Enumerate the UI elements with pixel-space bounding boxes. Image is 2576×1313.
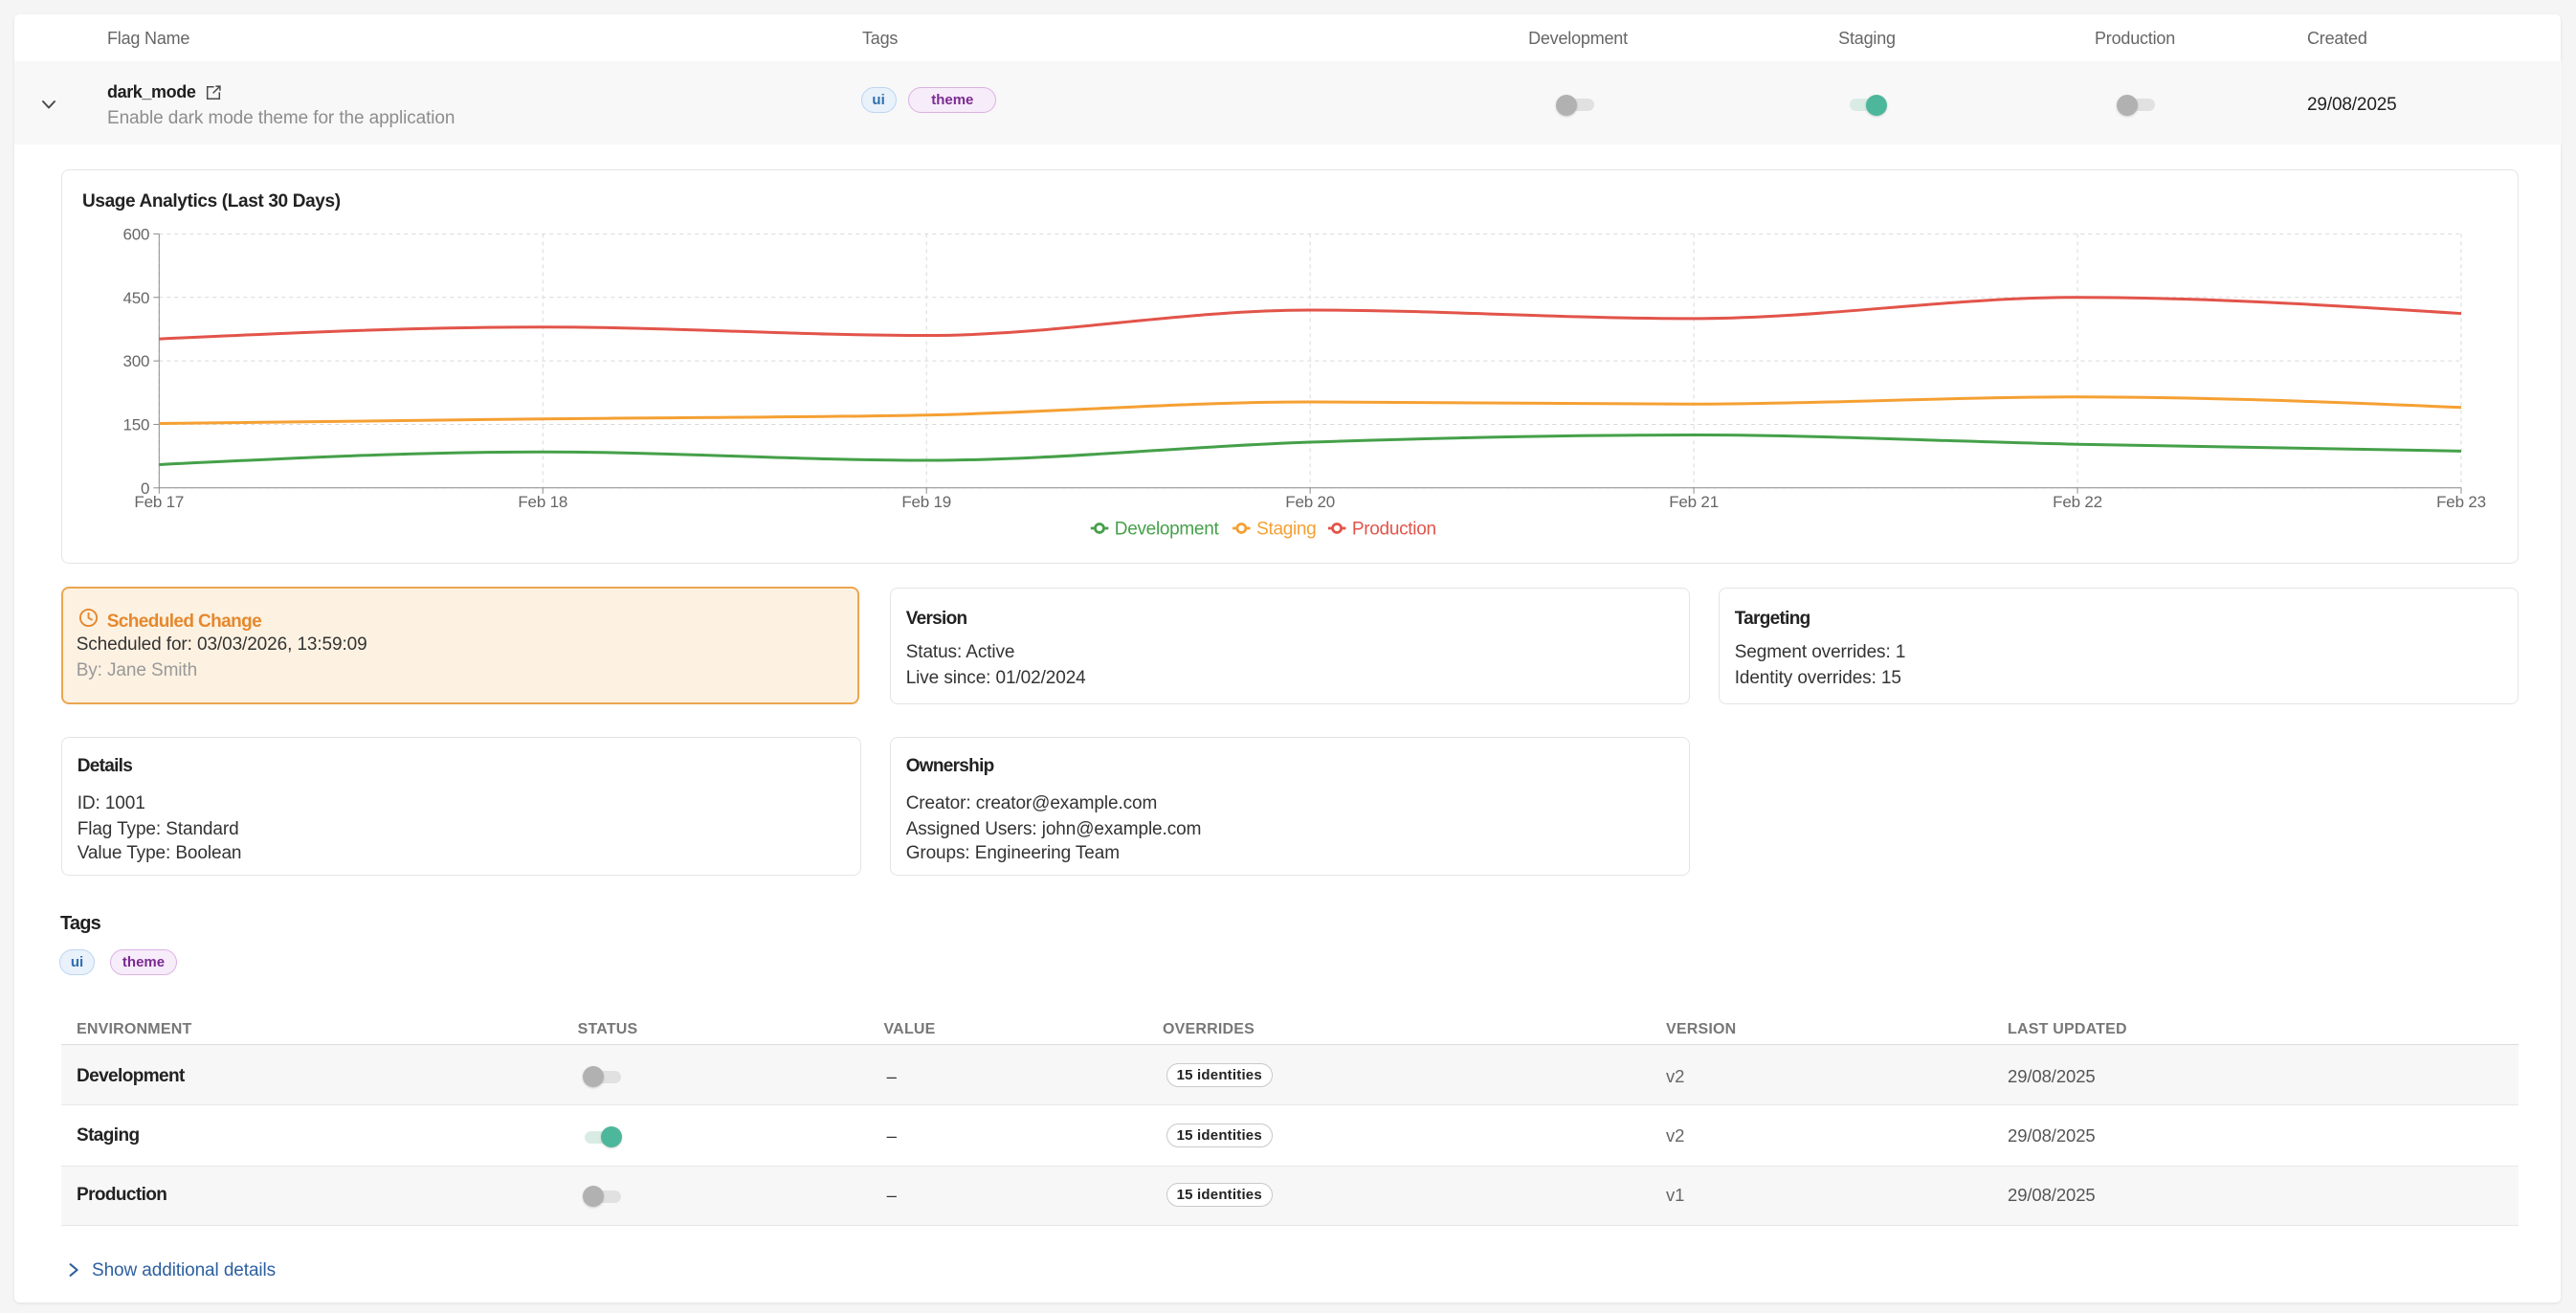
svg-text:Feb 20: Feb 20 (1285, 493, 1335, 511)
svg-text:Development: Development (1115, 520, 1220, 540)
svg-text:Production: Production (1352, 520, 1436, 540)
svg-text:600: 600 (123, 225, 150, 243)
svg-text:Feb 17: Feb 17 (134, 493, 184, 511)
svg-text:Feb 18: Feb 18 (518, 493, 567, 511)
svg-text:Feb 19: Feb 19 (901, 493, 951, 511)
svg-text:Staging: Staging (1256, 520, 1316, 540)
svg-text:300: 300 (123, 352, 150, 370)
svg-text:Feb 22: Feb 22 (2053, 493, 2102, 511)
svg-text:Feb 23: Feb 23 (2436, 493, 2486, 511)
svg-text:Feb 21: Feb 21 (1669, 493, 1719, 511)
svg-text:150: 150 (123, 415, 150, 434)
svg-text:450: 450 (123, 289, 150, 307)
